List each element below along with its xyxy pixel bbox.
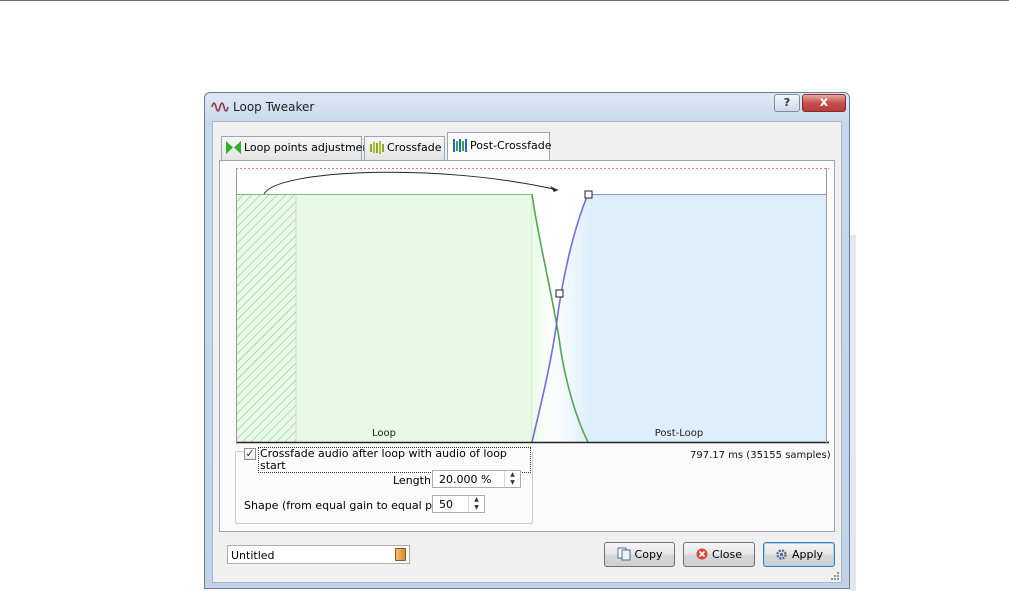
resize-grip-icon[interactable]: [830, 571, 840, 581]
post-loop-region-label: Post-Loop: [655, 428, 704, 439]
length-increment-button[interactable]: ▲: [505, 471, 520, 479]
tab-crossfade[interactable]: Crossfade: [364, 136, 445, 160]
crossfade-plot[interactable]: Loop Post-Loop: [236, 168, 829, 444]
gear-icon: [776, 548, 787, 560]
title-bar[interactable]: Loop Tweaker ? x: [205, 93, 849, 121]
shape-spinbox[interactable]: ▲ ▼: [432, 495, 485, 513]
help-button[interactable]: ?: [774, 94, 800, 112]
length-decrement-button[interactable]: ▼: [505, 479, 520, 487]
copy-button[interactable]: Copy: [604, 542, 675, 567]
shape-increment-button[interactable]: ▲: [469, 496, 484, 504]
crossfade-checkbox-row[interactable]: ✓ Crossfade audio after loop with audio …: [244, 447, 532, 473]
close-circle-icon: [696, 548, 708, 560]
loop-tweaker-dialog: Loop Tweaker ? x Loop points adjustment …: [204, 92, 850, 589]
tab-label: Crossfade: [387, 141, 442, 154]
loop-points-icon: [226, 141, 241, 154]
window-title: Loop Tweaker: [233, 100, 315, 114]
crossfade-group: ✓ Crossfade audio after loop with audio …: [235, 447, 533, 524]
tab-label: Post-Crossfade: [470, 139, 552, 152]
background-strip: [850, 235, 856, 591]
length-input[interactable]: [433, 471, 505, 487]
preset-menu-icon[interactable]: [395, 548, 406, 561]
tab-post-crossfade[interactable]: Post-Crossfade: [447, 132, 552, 161]
crossfade-checkbox[interactable]: ✓: [244, 448, 256, 460]
shape-input[interactable]: [433, 496, 469, 512]
crossfade-icon: [370, 141, 384, 154]
loop-start-hatch: [236, 194, 296, 442]
dialog-client-area: Loop points adjustment Crossfade Post-Cr…: [212, 121, 842, 583]
apply-button[interactable]: Apply: [763, 542, 835, 567]
window-close-button[interactable]: x: [802, 94, 846, 112]
top-divider: [0, 0, 1009, 1]
preset-field[interactable]: [227, 545, 410, 565]
copy-icon: [617, 547, 631, 561]
length-label: Length: [393, 474, 431, 487]
fade-mid-handle[interactable]: [555, 289, 564, 298]
crossfade-checkbox-label[interactable]: Crossfade audio after loop with audio of…: [258, 447, 531, 473]
shape-label: Shape (from equal gain to equal power): [244, 499, 464, 512]
fade-end-handle[interactable]: [584, 190, 593, 199]
shape-spin-buttons[interactable]: ▲ ▼: [468, 496, 484, 512]
preset-name-input[interactable]: [228, 546, 393, 565]
shape-decrement-button[interactable]: ▼: [469, 504, 484, 512]
loop-region-label: Loop: [372, 428, 396, 439]
copy-button-label: Copy: [634, 548, 663, 561]
post-crossfade-panel: Loop Post-Loop ✓ Crossfade audio after l…: [219, 160, 835, 532]
post-crossfade-icon: [453, 139, 467, 152]
length-spin-buttons[interactable]: ▲ ▼: [504, 471, 520, 487]
post-loop-region: [588, 194, 826, 442]
tab-loop-points-adjustment[interactable]: Loop points adjustment: [221, 136, 374, 160]
apply-button-label: Apply: [791, 548, 824, 561]
waveform-app-icon: [211, 102, 229, 112]
close-button-label: Close: [712, 548, 742, 561]
length-spinbox[interactable]: ▲ ▼: [432, 470, 521, 488]
close-button[interactable]: Close: [683, 542, 755, 567]
duration-readout: 797.17 ms (35155 samples): [690, 450, 831, 461]
tab-label: Loop points adjustment: [244, 141, 374, 154]
